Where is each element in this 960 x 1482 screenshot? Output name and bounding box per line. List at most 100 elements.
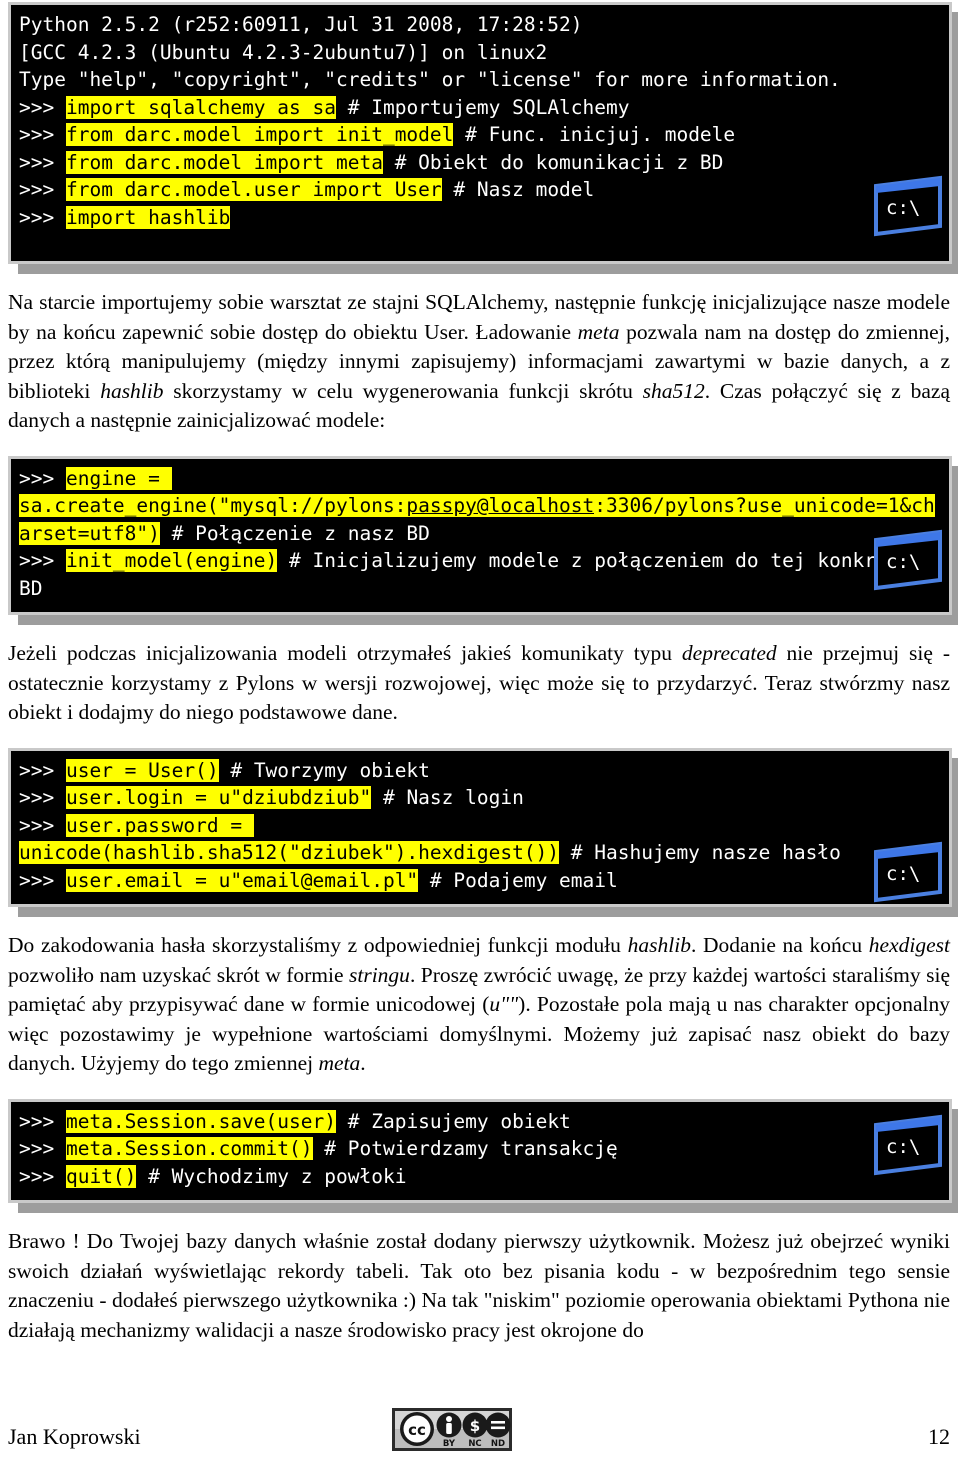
console-highlighted-code: import sqlalchemy as sa: [65, 95, 336, 119]
text-run: . Dodanie na końcu: [690, 933, 869, 957]
console-prompt: >>>: [19, 1109, 66, 1133]
console-prompt: >>>: [19, 786, 66, 809]
console-line: >>> meta.Session.commit() # Potwierdzamy…: [19, 1135, 941, 1163]
page-number: 12: [928, 1424, 950, 1449]
creative-commons-by-nc-nd-icon: cc $ BY NC ND: [392, 1408, 512, 1451]
console-screen: >>> user = User() # Tworzymy obiekt >>> u…: [8, 747, 952, 907]
console-line: >>> import sqlalchemy as sa # Importujem…: [19, 94, 941, 122]
console-line: [GCC 4.2.3 (Ubuntu 4.2.3-2ubuntu7)] on l…: [19, 39, 941, 67]
svg-text:$: $: [470, 1417, 480, 1435]
document-page: Python 2.5.2 (r252:60911, Jul 31 2008, 1…: [0, 0, 960, 1482]
console-comment: # Podajemy email: [418, 868, 618, 892]
console-comment: # Importujemy SQLAlchemy: [336, 95, 630, 119]
console-prompt: >>>: [19, 178, 66, 201]
console-comment: Python 2.5.2 (r252:60911, Jul 31 2008, 1…: [19, 13, 583, 36]
console-comment: # Func. inicjuj. modele: [453, 123, 736, 146]
console-line: >>> user = User() # Tworzymy obiekt: [19, 757, 941, 785]
console-prompt: >>>: [19, 549, 66, 572]
console-prompt: >>>: [19, 813, 66, 837]
console-block-1: Python 2.5.2 (r252:60911, Jul 31 2008, 1…: [8, 2, 958, 274]
console-comment: # Tworzymy obiekt: [218, 758, 430, 782]
console-prompt: >>>: [19, 1137, 66, 1160]
console-line: >>> from darc.model import meta # Obiekt…: [19, 149, 941, 177]
console-line: >>> user.email = u"email@email.pl" # Pod…: [19, 867, 941, 895]
paragraph-hashlib-explanation: Do zakodowania hasła skorzystaliśmy z od…: [0, 931, 960, 1079]
console-prompt: >>>: [19, 1164, 66, 1188]
console-highlighted-code: user = User(): [65, 758, 219, 782]
console-highlighted-code: from darc.model.user import User: [65, 178, 442, 201]
console-line: sa.create_engine("mysql://pylons:passpy@…: [19, 492, 941, 547]
console-highlighted-code: init_model(engine): [65, 549, 278, 572]
console-highlighted-code: sa.create_engine("mysql://pylons:: [19, 494, 407, 517]
paragraph-conclusion: Brawo ! Do Twojej bazy danych właśnie zo…: [0, 1227, 960, 1345]
console-comment: # Hashujemy nasze hasło: [559, 841, 841, 864]
console-block-4: >>> meta.Session.save(user) # Zapisujemy…: [8, 1098, 958, 1213]
console-highlighted-code: user.email = u"email@email.pl": [65, 868, 419, 892]
console-line: >>> user.login = u"dziubdziub" # Nasz lo…: [19, 784, 941, 812]
console-line: >>> meta.Session.save(user) # Zapisujemy…: [19, 1108, 941, 1136]
emphasized-term: deprecated: [681, 641, 777, 665]
console-highlighted-code: user.password =: [65, 813, 254, 837]
svg-text:cc: cc: [408, 1421, 426, 1439]
console-link: passpy@localhost: [406, 494, 595, 517]
console-comment: # Wychodzimy z powłoki: [136, 1164, 407, 1188]
console-line: >>> from darc.model.user import User # N…: [19, 176, 941, 204]
console-block-2: >>> engine = sa.create_engine("mysql://p…: [8, 455, 958, 625]
console-highlighted-code: from darc.model import init_model: [65, 123, 454, 146]
console-line: Python 2.5.2 (r252:60911, Jul 31 2008, 1…: [19, 11, 941, 39]
console-line: >>> init_model(engine) # Inicjalizujemy …: [19, 547, 941, 602]
text-run: .: [360, 1051, 366, 1075]
svg-text:BY: BY: [443, 1439, 456, 1449]
paragraph-imports-explanation: Na starcie importujemy sobie warsztat ze…: [0, 288, 960, 436]
console-comment: # Nasz model: [441, 178, 595, 201]
paragraph-deprecated-note: Jeżeli podczas inicjalizowania modeli ot…: [0, 639, 960, 728]
console-screen: Python 2.5.2 (r252:60911, Jul 31 2008, 1…: [8, 2, 952, 264]
console-comment: # Obiekt do komunikacji z BD: [382, 150, 724, 174]
console-highlighted-code: engine =: [65, 466, 172, 490]
console-highlighted-code: unicode(hashlib.sha512("dziubek").hexdig…: [19, 841, 560, 864]
console-line: >>> engine =: [19, 465, 941, 493]
console-prompt: >>>: [19, 466, 66, 490]
text-run: Do zakodowania hasła skorzystaliśmy z od…: [8, 933, 628, 957]
console-prompt: >>>: [19, 205, 66, 229]
console-highlighted-code: import hashlib: [65, 205, 231, 229]
console-line: Type "help", "copyright", "credits" or "…: [19, 66, 941, 94]
emphasized-term: stringu: [349, 962, 410, 987]
console-highlighted-code: from darc.model import meta: [65, 150, 383, 174]
text-run: skorzystamy w celu wygenerowania funkcji…: [163, 378, 643, 403]
console-comment: # Nasz login: [371, 786, 524, 809]
text-run: Jeżeli podczas inicjalizowania modeli ot…: [8, 641, 682, 665]
console-comment: # Zapisujemy obiekt: [336, 1109, 571, 1133]
svg-text:NC: NC: [468, 1439, 481, 1449]
console-line: >>> from darc.model import init_model # …: [19, 121, 941, 149]
console-line: >>> import hashlib: [19, 204, 941, 232]
svg-text:ND: ND: [491, 1439, 505, 1449]
emphasized-term: meta: [577, 319, 620, 344]
emphasized-term: sha512: [642, 378, 705, 403]
text-run: pozwoliło nam uzyskać skrót w formie: [8, 962, 349, 987]
emphasized-term: hashlib: [100, 378, 164, 403]
footer-author: Jan Koprowski: [8, 1424, 141, 1449]
emphasized-term: meta: [318, 1051, 361, 1075]
emphasized-term: hexdigest: [868, 933, 950, 957]
console-highlighted-code: quit(): [65, 1164, 137, 1188]
emphasized-term: u"": [489, 992, 519, 1016]
console-prompt: >>>: [19, 123, 66, 146]
console-line: >>> user.password =: [19, 812, 941, 840]
console-line: unicode(hashlib.sha512("dziubek").hexdig…: [19, 839, 941, 867]
console-line: >>> quit() # Wychodzimy z powłoki: [19, 1163, 941, 1191]
console-comment: [GCC 4.2.3 (Ubuntu 4.2.3-2ubuntu7)] on l…: [19, 40, 548, 64]
console-prompt: >>>: [19, 868, 66, 892]
console-screen: >>> engine = sa.create_engine("mysql://p…: [8, 455, 952, 615]
console-prompt: >>>: [19, 95, 66, 119]
console-highlighted-code: meta.Session.save(user): [65, 1109, 336, 1133]
console-comment: # Połączenie z nasz BD: [159, 521, 430, 545]
page-footer: Jan Koprowski cc $ BY NC ND 12: [0, 1402, 960, 1472]
console-prompt: >>>: [19, 758, 66, 782]
console-highlighted-code: user.login = u"dziubdziub": [65, 786, 372, 809]
console-comment: Type "help", "copyright", "credits" or "…: [19, 68, 841, 91]
console-screen: >>> meta.Session.save(user) # Zapisujemy…: [8, 1098, 952, 1203]
